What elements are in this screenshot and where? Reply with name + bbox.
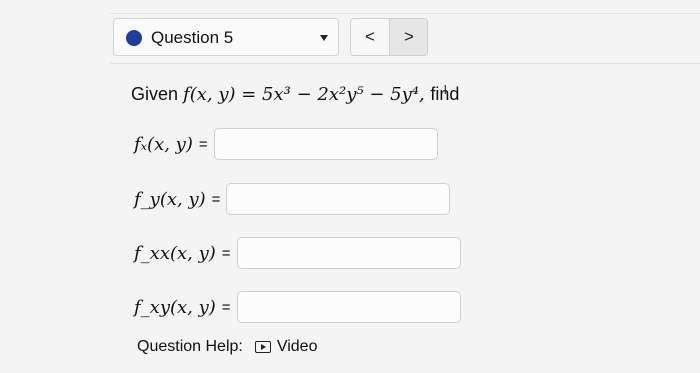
problem-statement: Given f(x, y) = 5x³ − 2x²y⁵ − 5y⁴, findI — [131, 82, 459, 105]
answer-row-fxy: f_xy(x, y) = — [134, 291, 461, 323]
text-cursor-icon: I — [443, 82, 448, 97]
equals-sign: = — [198, 135, 208, 153]
answer-input-fxx[interactable] — [236, 237, 461, 269]
top-divider — [110, 13, 700, 14]
header-divider — [110, 63, 700, 64]
partial-label-fy: f_y(x, y) — [134, 188, 206, 210]
answer-input-fxy[interactable] — [236, 291, 461, 323]
answer-row-fxx: f_xx(x, y) = — [134, 237, 461, 269]
function-text: f(x, y) = 5x³ − 2x²y⁵ − 5y⁴, — [183, 84, 425, 105]
answer-row-fx: fₓ(x, y) = — [134, 128, 438, 160]
function-definition: f(x, y) = 5x³ − 2x²y⁵ − 5y⁴, — [183, 84, 430, 105]
question-nav: < > — [350, 18, 428, 56]
equals-sign: = — [211, 190, 221, 208]
video-play-icon — [254, 341, 271, 353]
previous-question-button[interactable]: < — [351, 19, 389, 55]
question-help-label: Question Help: — [137, 338, 243, 355]
answer-input-fx[interactable] — [213, 128, 438, 160]
partial-label-fxy: f_xy(x, y) — [134, 296, 216, 318]
partial-label-fx: fₓ(x, y) — [134, 133, 193, 155]
answer-input-fy[interactable] — [226, 183, 451, 215]
given-word: Given — [131, 84, 179, 104]
equals-sign: = — [221, 244, 231, 262]
chevron-down-icon — [320, 35, 328, 41]
answer-row-fy: f_y(x, y) = — [134, 183, 451, 215]
video-help-link[interactable]: Video — [254, 338, 318, 356]
question-label: Question 5 — [151, 28, 234, 47]
video-link-label: Video — [276, 338, 318, 355]
question-selector[interactable]: Question 5 — [113, 18, 339, 56]
status-dot — [126, 30, 142, 46]
next-question-button[interactable]: > — [389, 19, 427, 55]
question-help: Question Help: Video — [137, 338, 317, 356]
equals-sign: = — [221, 298, 231, 316]
partial-label-fxx: f_xx(x, y) — [134, 242, 216, 264]
